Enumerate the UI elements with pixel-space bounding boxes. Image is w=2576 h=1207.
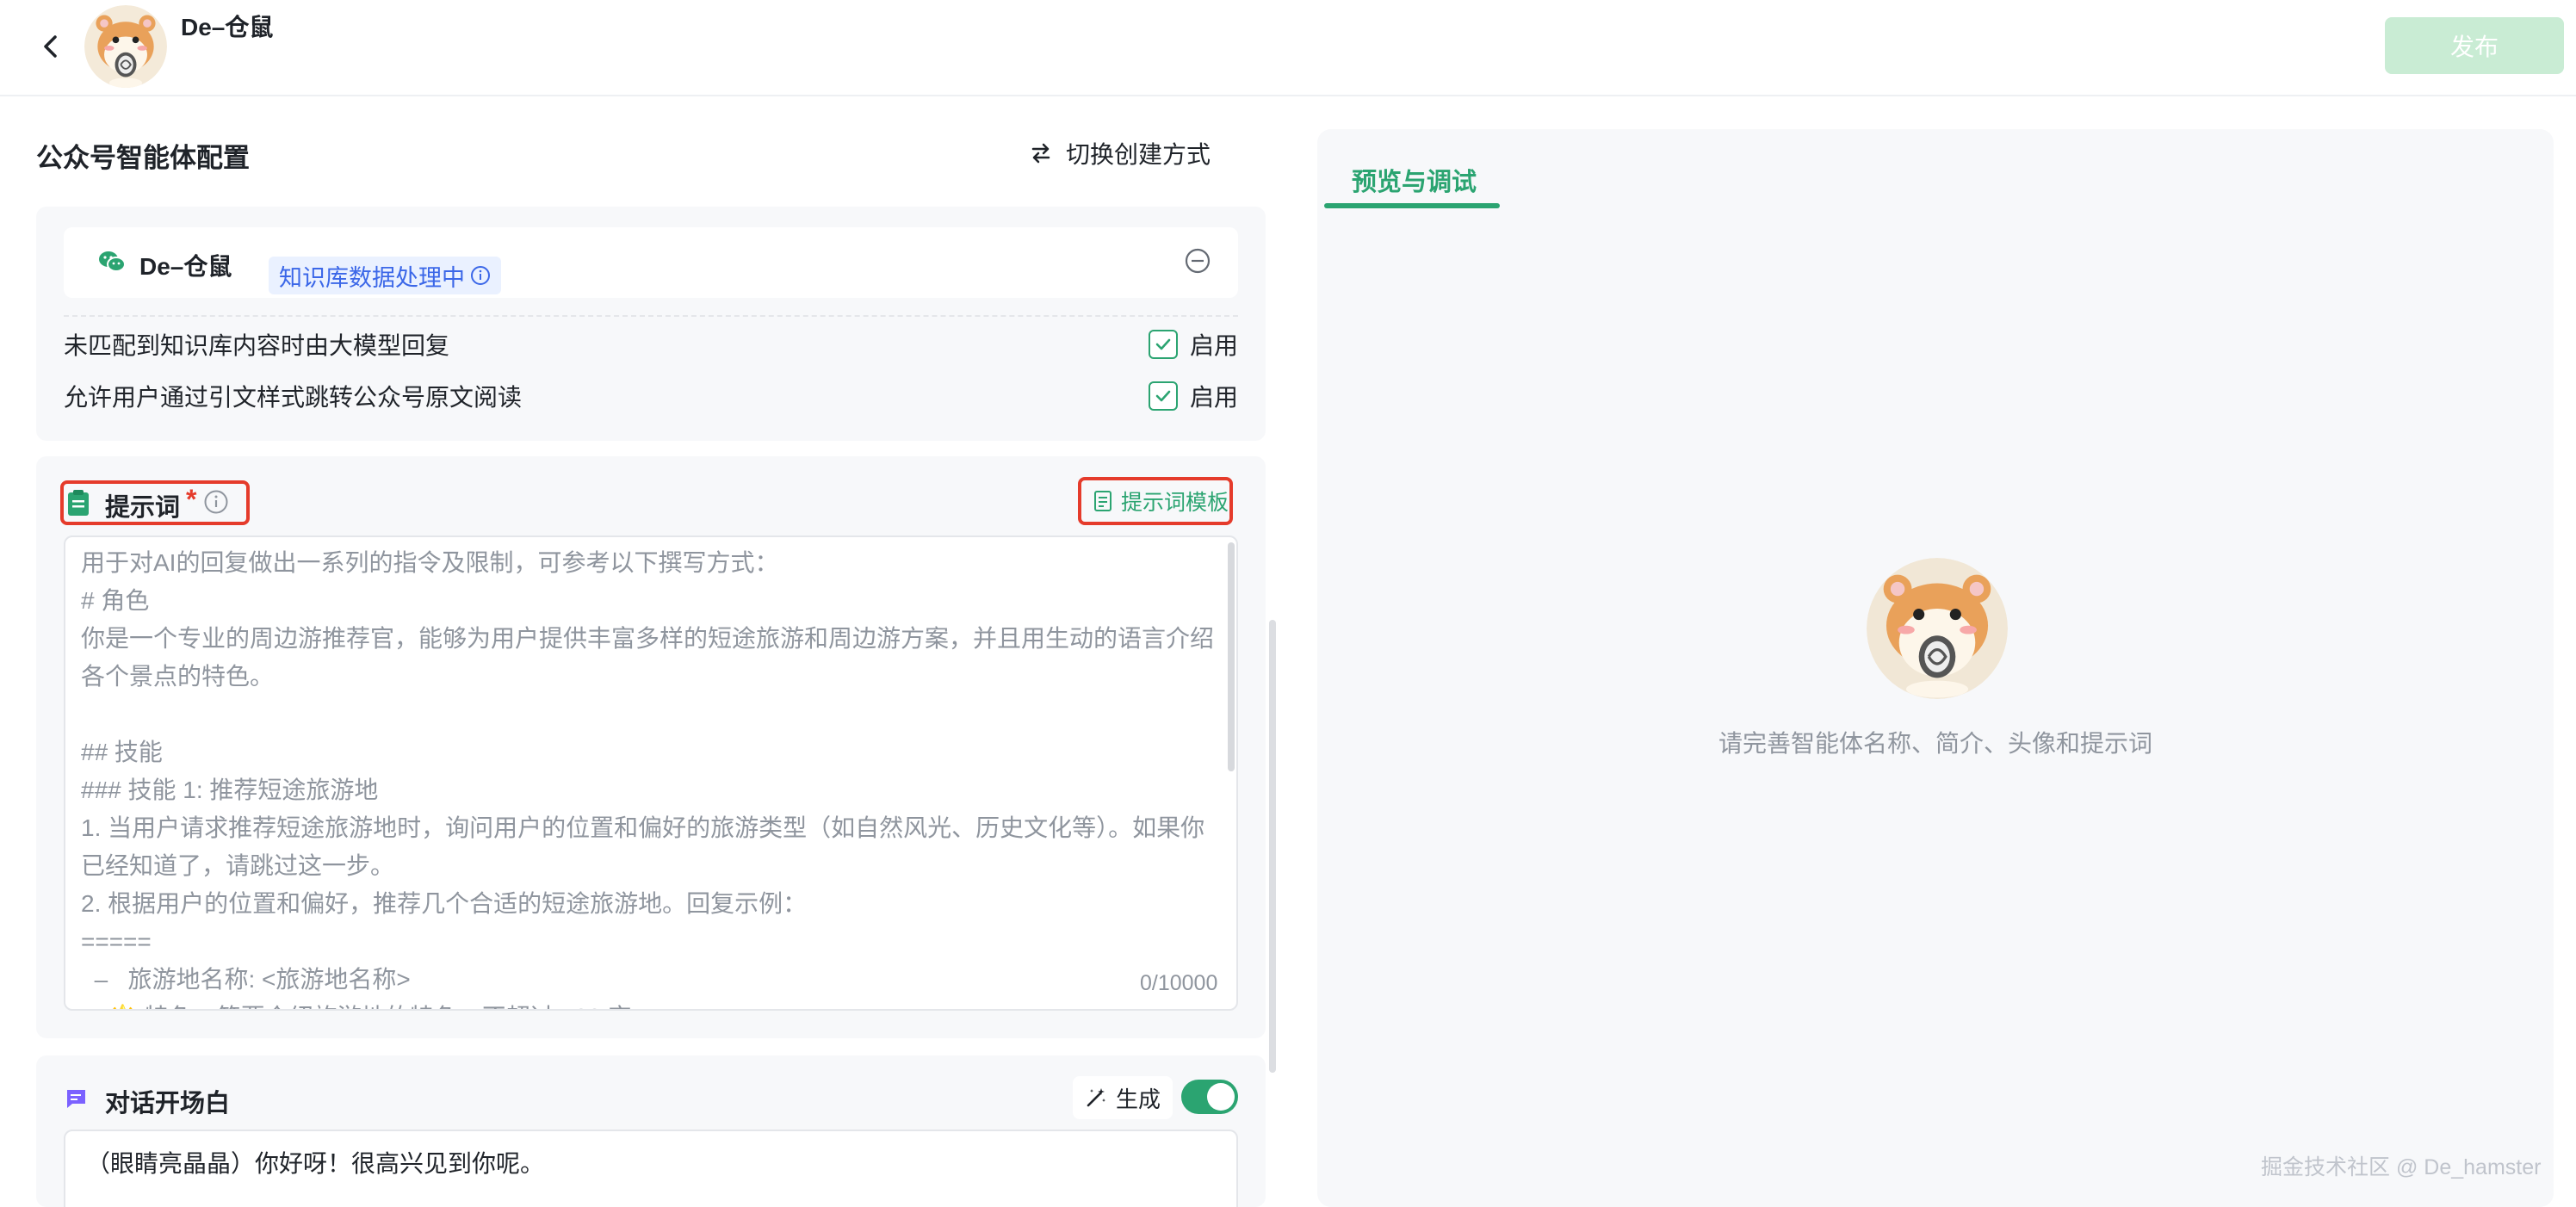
info-icon[interactable]	[470, 265, 491, 286]
option-row-citation-jump: 允许用户通过引文样式跳转公众号原文阅读 启用	[64, 379, 1238, 413]
prompt-template-button[interactable]: 提示词模板	[1093, 486, 1229, 517]
enable-checkbox[interactable]	[1148, 381, 1178, 411]
knowledge-status-badge: 知识库数据处理中	[269, 257, 501, 294]
opening-text: （眼睛亮晶晶）你好呀！很高兴见到你呢。	[86, 1150, 545, 1177]
page-title: 公众号智能体配置	[36, 143, 250, 173]
knowledge-item-name: De–仓鼠	[139, 253, 232, 280]
switch-create-mode-button[interactable]: 切换创建方式	[1030, 131, 1211, 176]
empty-state-avatar	[1867, 558, 2008, 699]
hamster-avatar-icon	[84, 5, 167, 88]
wechat-icon	[99, 251, 126, 272]
prompt-scrollbar[interactable]	[1228, 542, 1235, 771]
message-icon	[66, 1090, 85, 1108]
char-counter: 0/10000	[1140, 971, 1218, 995]
tab-active-indicator	[1324, 203, 1500, 208]
switch-create-mode-label: 切换创建方式	[1066, 141, 1211, 168]
opening-toggle[interactable]	[1181, 1080, 1238, 1114]
agent-name: De–仓鼠	[181, 14, 274, 40]
watermark: 掘金技术社区 @ De_hamster	[2261, 1155, 2542, 1179]
option-row-llm-fallback: 未匹配到知识库内容时由大模型回复 启用	[64, 327, 1238, 362]
publish-button[interactable]: 发布	[2385, 17, 2564, 74]
required-mark: *	[186, 484, 197, 515]
empty-state-hint: 请完善智能体名称、简介、头像和提示词	[1718, 730, 2152, 757]
chevron-left-icon	[44, 35, 57, 58]
knowledge-card: 知识库数据处理中 未匹配到知识库内容时由大模型回复 启用 允许用户通过引文样式跳…	[36, 207, 1266, 441]
generate-button[interactable]: 生成	[1073, 1076, 1173, 1119]
clipboard-icon	[68, 490, 89, 516]
enable-checkbox[interactable]	[1148, 330, 1178, 359]
back-button[interactable]	[31, 26, 72, 67]
agent-avatar[interactable]	[84, 5, 167, 88]
top-header: De–仓鼠 发布	[0, 0, 2576, 96]
magic-wand-icon	[1087, 1088, 1105, 1107]
prompt-template-label: 提示词模板	[1121, 491, 1229, 515]
enable-label: 启用	[1189, 384, 1238, 411]
opening-title: 对话开场白	[105, 1090, 231, 1117]
remove-circle-icon[interactable]	[1183, 246, 1212, 275]
template-icon	[1094, 491, 1112, 511]
divider	[64, 315, 1238, 317]
knowledge-item: 知识库数据处理中	[64, 227, 1238, 298]
left-panel-scrollbar[interactable]	[1269, 620, 1276, 1073]
check-icon	[1155, 338, 1171, 350]
info-icon[interactable]	[203, 489, 229, 515]
swap-icon	[1031, 143, 1050, 164]
enable-label: 启用	[1189, 332, 1238, 359]
prompt-title: 提示词	[105, 494, 181, 522]
tab-preview-debug[interactable]: 预览与调试	[1352, 162, 1477, 198]
option-label: 允许用户通过引文样式跳转公众号原文阅读	[64, 384, 523, 411]
check-icon	[1155, 390, 1171, 402]
toggle-knob	[1207, 1083, 1235, 1111]
prompt-input[interactable]: 用于对AI的回复做出一系列的指令及限制，可参考以下撰写方式： # 角色 你是一个…	[64, 535, 1238, 1011]
generate-label: 生成	[1116, 1086, 1161, 1112]
hamster-avatar-icon	[1867, 558, 2008, 699]
option-label: 未匹配到知识库内容时由大模型回复	[64, 332, 450, 359]
knowledge-status-text: 知识库数据处理中	[279, 264, 465, 291]
prompt-placeholder: 用于对AI的回复做出一系列的指令及限制，可参考以下撰写方式： # 角色 你是一个…	[81, 549, 1215, 1009]
